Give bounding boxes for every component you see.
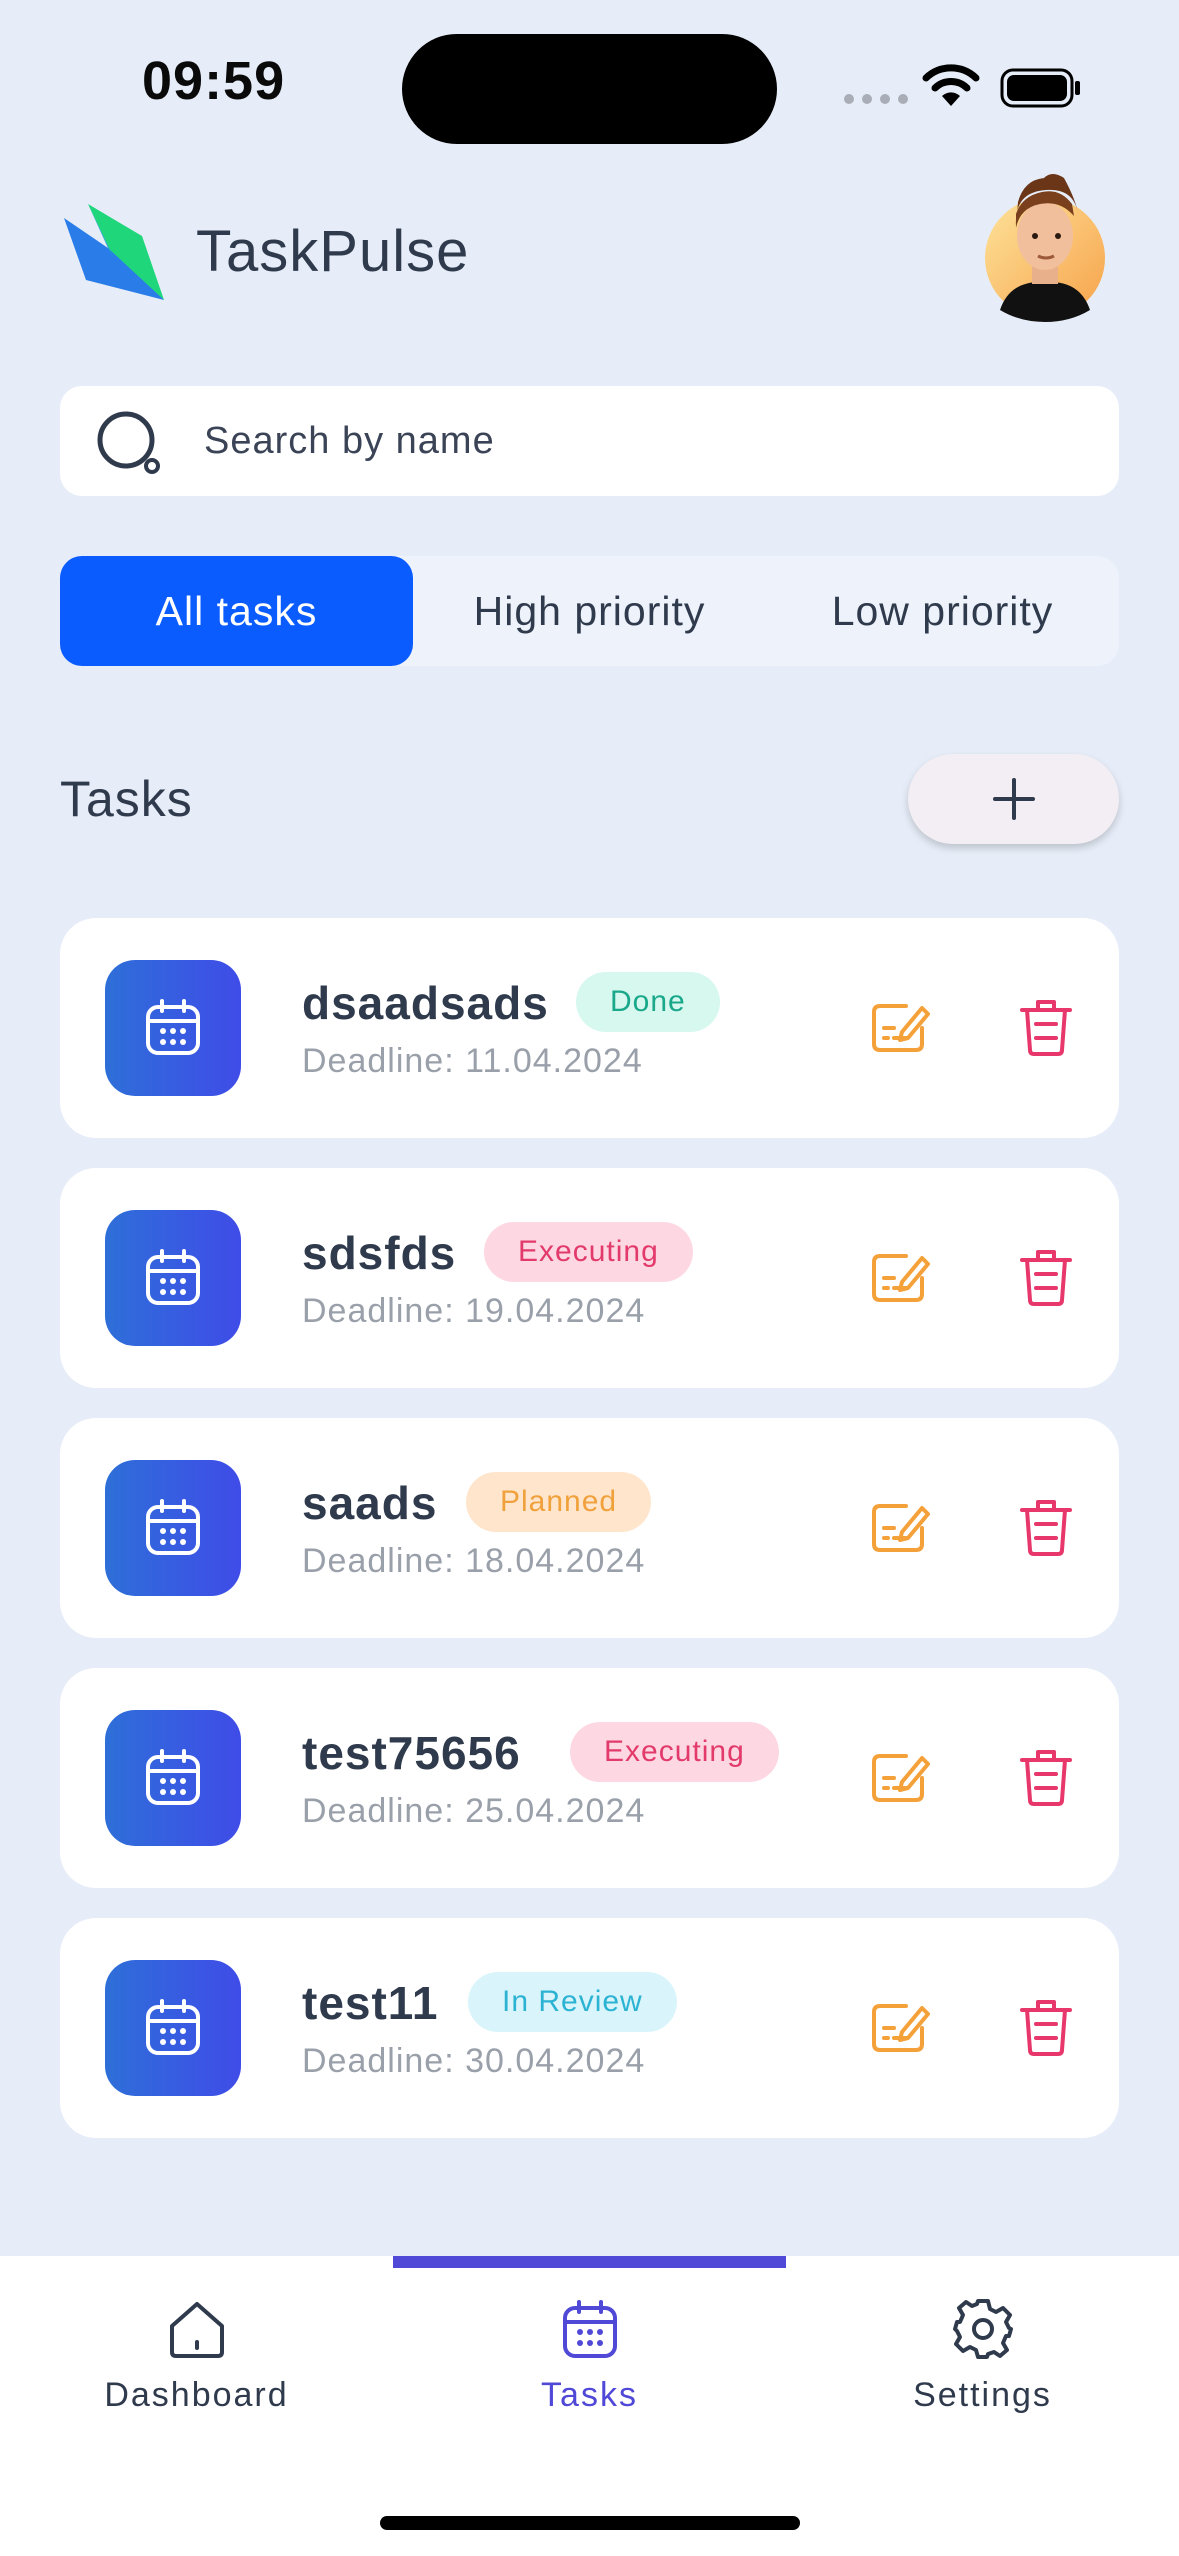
delete-icon[interactable] <box>1018 1996 1074 2058</box>
calendar-icon <box>146 1249 200 1305</box>
plus-icon <box>992 778 1035 820</box>
task-deadline: Deadline: 11.04.2024 <box>302 1042 643 1080</box>
status-badge: Done <box>576 972 720 1032</box>
avatar[interactable] <box>980 170 1110 330</box>
task-card[interactable]: saads Planned Deadline: 18.04.2024 <box>60 1418 1119 1638</box>
calendar-icon <box>146 1999 200 2055</box>
task-deadline: Deadline: 19.04.2024 <box>302 1292 646 1330</box>
delete-icon[interactable] <box>1018 1746 1074 1808</box>
status-badge: Planned <box>466 1472 652 1532</box>
edit-icon[interactable] <box>870 1498 932 1556</box>
delete-icon[interactable] <box>1018 1246 1074 1308</box>
nav-label-dashboard: Dashboard <box>104 2376 289 2414</box>
task-name: dsaadsads <box>302 977 549 1029</box>
task-name: saads <box>302 1477 438 1529</box>
bottom-navigation: Dashboard Tasks Settings <box>0 2256 1179 2556</box>
task-deadline: Deadline: 30.04.2024 <box>302 2042 646 2080</box>
task-name: test11 <box>302 1977 439 2029</box>
taskpulse-logo <box>64 204 164 300</box>
delete-icon[interactable] <box>1018 1496 1074 1558</box>
edit-icon[interactable] <box>870 1998 932 2056</box>
filter-tabs: All tasks High priority Low priority <box>60 556 1119 666</box>
dynamic-island <box>402 34 777 144</box>
tab-low-priority[interactable]: Low priority <box>766 556 1119 666</box>
task-name: sdsfds <box>302 1227 457 1279</box>
task-card[interactable]: test11 In Review Deadline: 30.04.2024 <box>60 1918 1119 2138</box>
edit-icon[interactable] <box>870 1748 932 1806</box>
nav-item-dashboard[interactable]: Dashboard <box>0 2296 393 2456</box>
task-card[interactable]: dsaadsads Done Deadline: 11.04.2024 <box>60 918 1119 1138</box>
task-icon <box>105 960 241 1096</box>
task-deadline: Deadline: 18.04.2024 <box>302 1542 646 1580</box>
edit-icon[interactable] <box>870 998 932 1056</box>
delete-icon[interactable] <box>1018 996 1074 1058</box>
status-badge: Executing <box>484 1222 693 1282</box>
cellular-signal-icon <box>844 94 908 104</box>
status-badge: Executing <box>570 1722 779 1782</box>
search-icon <box>97 411 160 474</box>
calendar-icon <box>146 1749 200 1805</box>
nav-item-tasks[interactable]: Tasks <box>393 2296 786 2456</box>
search-input[interactable] <box>204 386 1084 496</box>
search-bar <box>60 386 1119 496</box>
task-icon <box>105 1960 241 2096</box>
task-deadline: Deadline: 25.04.2024 <box>302 1792 646 1830</box>
home-indicator[interactable] <box>380 2516 800 2530</box>
wifi-icon <box>922 64 980 106</box>
status-bar: 09:59 <box>0 0 1179 160</box>
battery-icon <box>1000 68 1080 108</box>
nav-label-tasks: Tasks <box>541 2376 638 2414</box>
app-title: TaskPulse <box>196 219 470 284</box>
task-icon <box>105 1710 241 1846</box>
task-icon <box>105 1210 241 1346</box>
task-card[interactable]: sdsfds Executing Deadline: 19.04.2024 <box>60 1168 1119 1388</box>
tab-all-tasks[interactable]: All tasks <box>60 556 413 666</box>
add-task-button[interactable] <box>908 754 1119 844</box>
tab-high-priority[interactable]: High priority <box>413 556 766 666</box>
active-tab-indicator <box>393 2256 786 2268</box>
edit-icon[interactable] <box>870 1248 932 1306</box>
task-card[interactable]: test75656 Executing Deadline: 25.04.2024 <box>60 1668 1119 1888</box>
nav-item-settings[interactable]: Settings <box>786 2296 1179 2456</box>
gear-icon <box>952 2299 1013 2359</box>
home-icon <box>169 2302 224 2358</box>
task-icon <box>105 1460 241 1596</box>
task-name: test75656 <box>302 1727 521 1779</box>
status-time: 09:59 <box>142 51 286 111</box>
calendar-icon <box>562 2300 617 2358</box>
calendar-icon <box>146 1499 200 1555</box>
status-badge: In Review <box>468 1972 677 2032</box>
nav-label-settings: Settings <box>913 2376 1052 2414</box>
calendar-icon <box>146 999 200 1055</box>
tasks-heading: Tasks <box>60 771 193 827</box>
